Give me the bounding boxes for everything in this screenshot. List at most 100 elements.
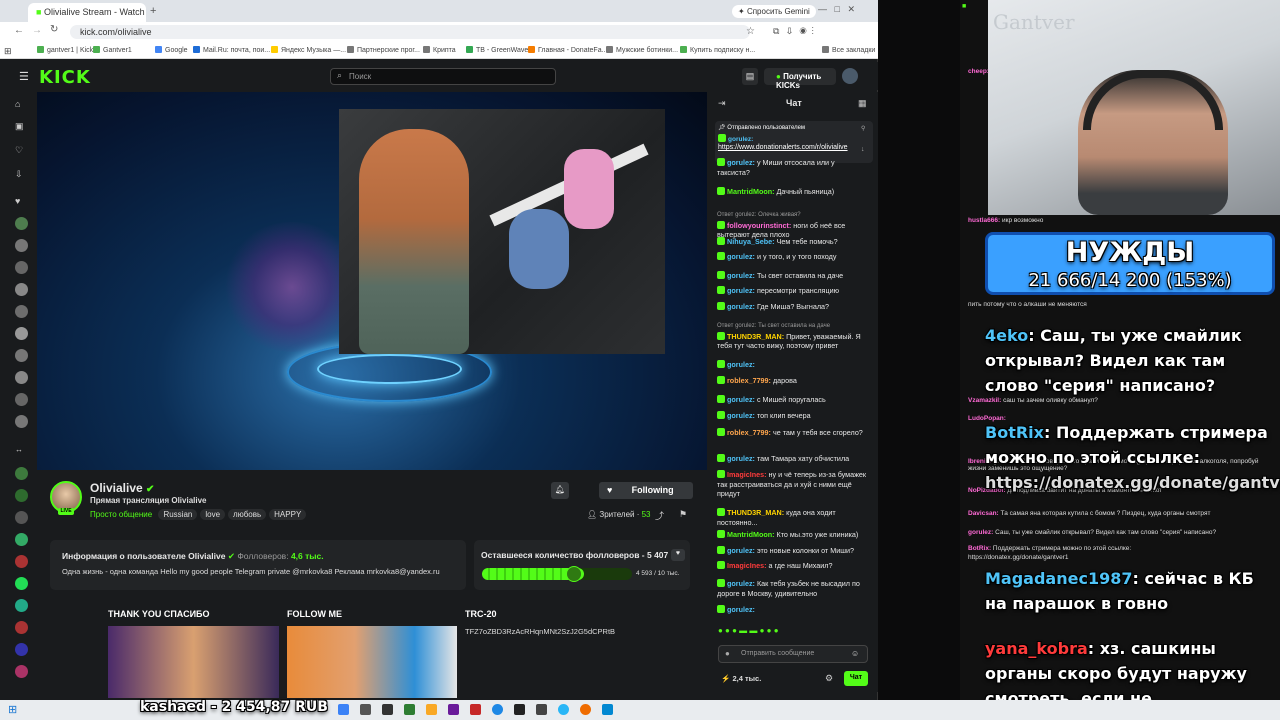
chat-username[interactable]: gorulez: [727, 286, 755, 295]
channel-avatar[interactable] [15, 393, 28, 406]
chat-username[interactable]: ImagicInes: [727, 561, 767, 570]
chat-username[interactable]: THUND3R_MAN: [727, 332, 784, 341]
unpin-icon[interactable]: ⚲ [861, 125, 865, 135]
chat-username[interactable]: roblex_7799: [727, 376, 771, 385]
url-input[interactable]: kick.com/olivialive [70, 25, 750, 39]
channel-avatar[interactable] [15, 239, 28, 252]
chat-settings-icon[interactable]: ▦ [858, 98, 867, 109]
following-icon[interactable]: ♡ [15, 145, 28, 158]
bookmark-item[interactable]: Партнерские прог... [347, 46, 420, 54]
taskbar-app[interactable] [558, 704, 569, 715]
user-avatar[interactable] [842, 68, 858, 84]
chat-username[interactable]: gorulez: [727, 395, 755, 404]
chat-username[interactable]: gorulez: [727, 302, 755, 311]
smiley-icon[interactable]: ☺ [851, 649, 859, 658]
window-controls[interactable]: — □ ✕ [818, 4, 855, 15]
menu-icon[interactable]: ☰ [19, 70, 29, 83]
channel-avatar[interactable] [15, 665, 28, 678]
bookmark-item[interactable]: TB - GreenWave [466, 46, 528, 54]
chat-username[interactable]: gorulez: [727, 158, 755, 167]
expand-icon[interactable]: ↓ [861, 145, 865, 155]
forward-icon[interactable]: → [32, 25, 42, 36]
bookmark-item[interactable]: Mail.Ru: почта, пои... [193, 46, 270, 54]
taskbar-app[interactable] [338, 704, 349, 715]
channel-avatar[interactable] [15, 533, 28, 546]
emote-icon[interactable]: ● [725, 649, 730, 658]
chat-username[interactable]: THUND3R_MAN: [727, 508, 784, 517]
chat-username[interactable]: roblex_7799: [727, 428, 771, 437]
channel-avatar[interactable] [15, 261, 28, 274]
bookmark-item[interactable]: Google [155, 46, 188, 54]
channel-avatar[interactable] [15, 489, 28, 502]
chat-username[interactable]: gorulez: [727, 579, 755, 588]
gear-icon[interactable]: ⚙ [825, 673, 833, 684]
heart-icon[interactable]: ♥ [15, 196, 28, 209]
taskbar-app[interactable] [404, 704, 415, 715]
taskbar-app[interactable] [426, 704, 437, 715]
chat-username[interactable]: gorulez: [727, 411, 755, 420]
star-icon[interactable]: ☆ [746, 26, 755, 37]
share-icon[interactable]: ⤴ [655, 509, 664, 522]
start-icon[interactable]: ⊞ [8, 703, 17, 716]
tag[interactable]: любовь [228, 509, 267, 520]
search-input[interactable]: Поиск [330, 68, 556, 85]
bookmark-item[interactable]: Крипта [423, 46, 456, 54]
bookmark-item[interactable]: Яндекс Музыка —... [271, 46, 346, 54]
bookmark-item[interactable]: Мужские ботинки... [606, 46, 678, 54]
back-icon[interactable]: ← [14, 25, 24, 36]
download-icon[interactable]: ⇩ [15, 169, 28, 182]
chat-username[interactable]: gorulez: [727, 271, 755, 280]
channel-avatar[interactable] [15, 305, 28, 318]
send-chat-button[interactable]: Чат [844, 671, 868, 686]
channel-avatar[interactable] [15, 577, 28, 590]
taskbar-app[interactable] [580, 704, 591, 715]
channel-avatar[interactable] [15, 599, 28, 612]
channel-avatar[interactable] [15, 217, 28, 230]
bell-icon[interactable]: 🔔︎ [551, 482, 569, 499]
taskbar-app[interactable] [360, 704, 371, 715]
channel-avatar[interactable] [15, 621, 28, 634]
channel-avatar[interactable] [15, 327, 28, 340]
taskbar-app[interactable] [514, 704, 525, 715]
bookmark-item[interactable]: Все закладки [822, 46, 875, 54]
taskbar-app[interactable] [536, 704, 547, 715]
home-icon[interactable]: ⌂ [15, 99, 28, 112]
channel-avatar[interactable] [15, 349, 28, 362]
taskbar-app[interactable] [602, 704, 613, 715]
apps-icon[interactable]: ⊞ [4, 46, 12, 57]
collapse-icon[interactable]: ↔ [15, 445, 28, 458]
report-icon[interactable]: ⚑ [679, 509, 687, 520]
chat-username[interactable]: MantridMoon: [727, 530, 775, 539]
chat-username[interactable]: ImagicInes: [727, 470, 767, 479]
bookmark-item[interactable]: Купить подписку н... [680, 46, 755, 54]
channel-avatar[interactable] [15, 511, 28, 524]
library-icon[interactable]: ▤ [742, 68, 758, 85]
chat-username[interactable]: MantridMoon: [727, 187, 775, 196]
browse-icon[interactable]: ▣ [15, 121, 28, 134]
get-kicks-button[interactable]: ● Получить KICKs [764, 68, 836, 90]
pinned-link[interactable]: https://www.donationalerts.com/r/olivial… [718, 143, 858, 152]
bookmark-item[interactable]: Gantver1 [93, 46, 132, 54]
channel-avatar[interactable] [15, 555, 28, 568]
channel-avatar[interactable] [15, 643, 28, 656]
new-tab-icon[interactable]: + [150, 5, 156, 17]
category-link[interactable]: Просто общение [90, 510, 152, 519]
taskbar-app[interactable] [382, 704, 393, 715]
kick-logo[interactable]: KICK [39, 67, 91, 88]
chat-username[interactable]: gorulez: [727, 252, 755, 261]
collapse-chat-icon[interactable]: ⇥ [718, 98, 726, 109]
taskbar-app[interactable] [470, 704, 481, 715]
channel-avatar[interactable] [15, 283, 28, 296]
extensions-icon[interactable]: ⧉ ⇩ ◉ ⋮ [773, 26, 814, 37]
chat-username[interactable]: gorulez: [727, 360, 755, 369]
reload-icon[interactable]: ↻ [50, 24, 58, 35]
tag[interactable]: love [200, 509, 226, 520]
panel-image[interactable] [108, 626, 279, 698]
bookmark-item[interactable]: gantver1 | Kick [37, 46, 93, 54]
bookmark-item[interactable]: Главная - DonateFa... [528, 46, 607, 54]
tag[interactable]: Russian [158, 509, 198, 520]
channel-avatar[interactable] [15, 467, 28, 480]
taskbar-app[interactable] [492, 704, 503, 715]
gemini-button[interactable]: ✦ Спросить Gemini [732, 5, 816, 18]
taskbar-app[interactable] [448, 704, 459, 715]
